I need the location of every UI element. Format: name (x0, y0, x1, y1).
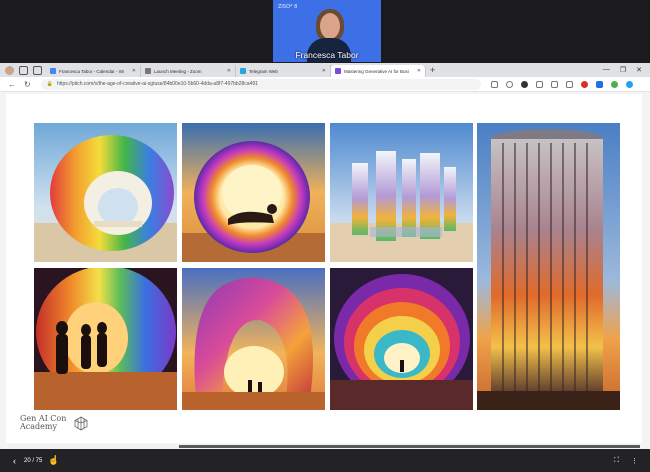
gen-ai-con-logo: Gen AI Con Academy (20, 415, 88, 431)
tab-label: Telegram Web (249, 68, 278, 74)
back-arrow-icon[interactable]: ← (8, 80, 16, 89)
close-tab-icon[interactable]: ✕ (318, 68, 326, 74)
presentation-progress-bar[interactable] (8, 445, 640, 448)
extension-icon[interactable] (520, 80, 528, 88)
slide-image-rainbow-arch (34, 123, 177, 262)
telegram-favicon-icon (240, 68, 246, 74)
tab-zoom[interactable]: Launch Meeting - Zoom ✕ (141, 65, 236, 77)
previous-slide-icon[interactable]: ‹ (13, 456, 16, 466)
progress-fill (8, 445, 179, 448)
presentation-slide: Gen AI Con Academy (6, 94, 642, 443)
reload-icon[interactable]: ↻ (24, 80, 31, 89)
participant-video-tile[interactable]: ZISO* 8 Francesca Tabor (273, 0, 381, 62)
slide-image-wavy-arch (182, 268, 325, 410)
lock-icon: 🔒 (46, 81, 53, 87)
url-text: https://pitch.com/v/the-age-of-creative-… (56, 81, 258, 87)
browser-window: Francesca Tabor - Calendar - Wi ✕ Launch… (0, 63, 650, 472)
slide-image-glass-pillars (330, 123, 473, 262)
slide-counter: 20 / 75 (24, 457, 43, 464)
participant-tag: ZISO* 8 (278, 4, 298, 10)
tab-mastering-ai[interactable]: Mastering Generative AI for Busi ✕ (331, 65, 426, 77)
tab-label: Launch Meeting - Zoom (154, 68, 202, 74)
address-bar: ← ↻ 🔒 https://pitch.com/v/the-age-of-cre… (0, 77, 650, 92)
calendar-favicon-icon (50, 68, 56, 74)
close-tab-icon[interactable]: ✕ (413, 68, 421, 74)
workspaces-icon[interactable] (19, 65, 28, 75)
window-controls: — ❐ ✕ (603, 66, 650, 74)
slide-image-glowing-ring (182, 123, 325, 262)
copilot-icon[interactable] (625, 80, 633, 88)
tab-strip: Francesca Tabor - Calendar - Wi ✕ Launch… (0, 63, 650, 77)
split-screen-icon[interactable] (535, 80, 543, 88)
favorite-star-icon[interactable] (505, 80, 513, 88)
participant-name: Francesca Tabor (295, 50, 359, 60)
close-tab-icon[interactable]: ✕ (223, 68, 231, 74)
player-right-controls: ⛶ ⋮ (614, 457, 650, 465)
participant-face (320, 13, 340, 39)
tab-actions-icon[interactable] (33, 65, 42, 75)
tab-label: Francesca Tabor - Calendar - Wi (59, 68, 124, 74)
profile-avatar-icon[interactable] (5, 65, 14, 75)
fullscreen-icon[interactable]: ⛶ (614, 457, 619, 465)
restore-icon[interactable]: ❐ (620, 66, 626, 74)
tab-label: Mastering Generative AI for Busi (344, 68, 409, 74)
more-options-icon[interactable]: ⋮ (631, 457, 638, 465)
logo-text: Gen AI Con Academy (20, 415, 66, 431)
zoom-favicon-icon (145, 68, 151, 74)
slide-image-arch-tunnel (330, 268, 473, 410)
hand-cursor-icon[interactable]: ☝ (48, 455, 59, 466)
tab-telegram[interactable]: Telegram Web ✕ (236, 65, 331, 77)
collections-icon[interactable] (565, 80, 573, 88)
profile-icon[interactable] (610, 80, 618, 88)
toolbar-extensions (490, 80, 633, 88)
extension-blue-icon[interactable] (595, 80, 603, 88)
pitch-favicon-icon (335, 68, 341, 74)
extension-red-icon[interactable] (580, 80, 588, 88)
minimize-icon[interactable]: — (603, 66, 610, 74)
new-tab-icon[interactable]: + (430, 65, 435, 75)
logo-line-2: Academy (20, 422, 57, 431)
close-window-icon[interactable]: ✕ (636, 66, 642, 74)
read-aloud-icon[interactable] (490, 80, 498, 88)
screen: ZISO* 8 Francesca Tabor Francesca Tabor … (0, 0, 650, 472)
slide-image-rainbow-tunnel (34, 268, 177, 410)
url-field[interactable]: 🔒 https://pitch.com/v/the-age-of-creativ… (40, 78, 481, 90)
favorites-icon[interactable] (550, 80, 558, 88)
academy-cube-icon (74, 416, 88, 430)
tab-calendar[interactable]: Francesca Tabor - Calendar - Wi ✕ (46, 65, 141, 77)
slide-image-glass-tower (477, 123, 620, 410)
close-tab-icon[interactable]: ✕ (128, 68, 136, 74)
player-controls: ‹ 20 / 75 ☝ ⛶ ⋮ (0, 449, 650, 472)
